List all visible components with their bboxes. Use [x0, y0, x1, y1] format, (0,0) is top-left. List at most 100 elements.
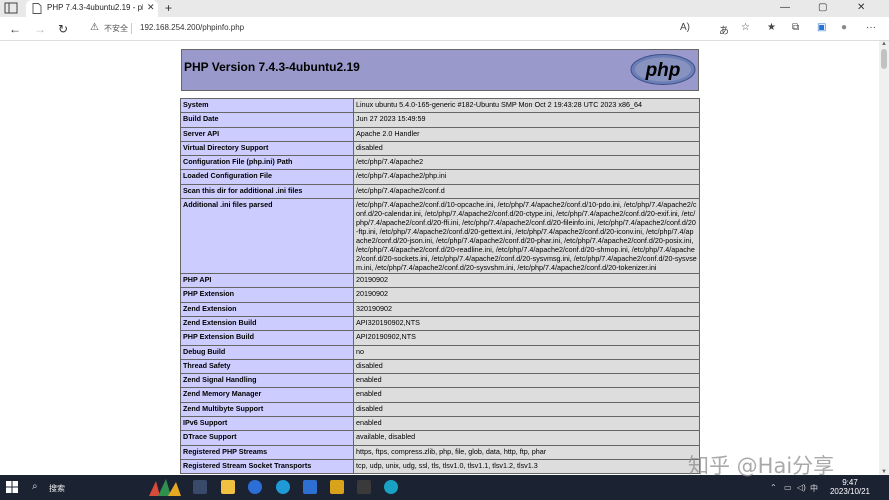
table-row: DTrace Support available, disabled — [180, 430, 700, 446]
search-icon: ⌕ — [32, 481, 38, 492]
table-row: Configuration File (php.ini) Path/etc/ph… — [180, 155, 700, 171]
search-label: 搜索 — [49, 484, 65, 493]
row-key: Zend Memory Manager — [180, 387, 354, 403]
back-icon[interactable]: ← — [9, 22, 21, 36]
volume-icon[interactable]: ◁) — [797, 483, 806, 492]
table-row: Zend Multibyte Support disabled — [180, 401, 700, 418]
row-value: /etc/php/7.4/apache2 — [353, 155, 700, 171]
search-highlight-icon[interactable] — [146, 477, 184, 498]
app-icon-blue[interactable] — [248, 480, 262, 494]
row-value: disabled — [353, 140, 700, 157]
row-value: API320190902,NTS — [353, 315, 700, 332]
clock-date: 2023/10/21 — [829, 487, 871, 496]
minimize-icon[interactable]: — — [780, 2, 790, 13]
table-row: Scan this dir for additional .ini files /… — [180, 183, 700, 200]
row-key: Registered PHP Streams — [180, 444, 354, 460]
maximize-icon[interactable]: ▢ — [818, 2, 827, 13]
address-divider — [131, 23, 132, 34]
table-row: Registered Stream Socket Transports tcp, … — [180, 458, 700, 475]
new-tab-icon[interactable]: + — [165, 1, 172, 15]
task-view-icon[interactable] — [193, 480, 207, 494]
scroll-up-icon[interactable]: ▲ — [881, 41, 887, 47]
row-key: Virtual Directory Support — [180, 140, 354, 157]
row-key: Zend Extension Build — [180, 315, 354, 332]
document-icon — [32, 3, 42, 14]
extension-icon[interactable]: ▣ — [817, 22, 826, 33]
taskbar-search[interactable]: ⌕ 搜索 — [28, 478, 150, 497]
address-bar[interactable]: ⚠ 不安全 192.168.254.200/phpinfo.php — [80, 20, 672, 37]
row-value: enabled — [353, 373, 700, 389]
network-icon[interactable]: ▭ — [784, 483, 792, 492]
row-value: disabled — [353, 401, 700, 418]
row-key: Server API — [180, 126, 354, 142]
row-value: Apache 2.0 Handler — [353, 126, 700, 142]
warning-icon[interactable]: ⚠ — [90, 22, 99, 33]
row-value: tcp, udp, unix, udg, ssl, tls, tlsv1.0, … — [353, 458, 700, 475]
url-text[interactable]: 192.168.254.200/phpinfo.php — [140, 23, 244, 32]
translate-icon[interactable]: あ — [719, 22, 729, 37]
row-value: /etc/php/7.4/apache2/php.ini — [353, 169, 700, 185]
taskbar-clock[interactable]: 9:47 2023/10/21 — [820, 478, 880, 496]
row-value: 20190902 — [353, 287, 700, 303]
phpinfo-table: System Linux ubuntu 5.4.0-165-generic #18… — [180, 97, 700, 475]
windows-start-icon[interactable] — [6, 481, 18, 493]
terminal-icon[interactable] — [357, 480, 371, 494]
table-row: Debug Build no — [180, 344, 700, 360]
tray-expand-icon[interactable]: ⌃ — [770, 483, 777, 492]
app-icon-yellow[interactable] — [330, 480, 344, 494]
mail-icon[interactable] — [303, 480, 317, 494]
table-row: Loaded Configuration File/etc/php/7.4/ap… — [180, 169, 700, 185]
row-key: Scan this dir for additional .ini files — [180, 183, 354, 200]
input-method-icon[interactable]: 中 — [810, 483, 818, 494]
table-row: Zend Extension 320190902 — [180, 301, 700, 317]
table-row: Zend Signal Handling enabled — [180, 373, 700, 389]
row-value: enabled — [353, 416, 700, 432]
active-tab[interactable]: PHP 7.4.3-4ubuntu2.19 - phpinfo() ✕ — [26, 0, 158, 17]
table-row: Build Date Jun 27 2023 15:49:59 — [180, 112, 700, 128]
tab-close-icon[interactable]: ✕ — [147, 2, 155, 13]
row-key: Loaded Configuration File — [180, 169, 354, 185]
svg-text:php: php — [645, 60, 681, 81]
file-explorer-icon[interactable] — [221, 480, 235, 494]
browser-toolbar: ← → ↻ ⚠ 不安全 192.168.254.200/phpinfo.php … — [0, 17, 889, 41]
table-row: Registered PHP Streams https, ftps, compr… — [180, 444, 700, 460]
row-value: https, ftps, compress.zlib, php, file, g… — [353, 444, 700, 460]
table-row: Server API Apache 2.0 Handler — [180, 126, 700, 142]
add-favorite-icon[interactable]: ☆ — [741, 22, 750, 33]
row-value: 320190902 — [353, 301, 700, 317]
row-key: Configuration File (php.ini) Path — [180, 155, 354, 171]
row-key: Debug Build — [180, 344, 354, 360]
reload-icon[interactable]: ↻ — [58, 22, 68, 36]
more-menu-icon[interactable]: ··· — [866, 22, 876, 33]
security-label[interactable]: 不安全 — [104, 23, 128, 34]
row-key: Additional .ini files parsed — [180, 198, 354, 275]
edge-icon[interactable] — [276, 480, 290, 494]
table-row: IPv6 Support enabled — [180, 416, 700, 432]
tab-actions-icon[interactable] — [4, 2, 18, 14]
phpinfo-header: PHP Version 7.4.3-4ubuntu2.19 php — [181, 49, 699, 91]
row-value: /etc/php/7.4/apache2/conf.d/10-opcache.i… — [353, 198, 700, 275]
favorites-icon[interactable]: ★ — [767, 22, 776, 33]
row-value: /etc/php/7.4/apache2/conf.d — [353, 183, 700, 200]
row-value: available, disabled — [353, 430, 700, 446]
row-key: PHP Extension — [180, 287, 354, 303]
row-key: PHP API — [180, 273, 354, 289]
read-aloud-icon[interactable]: A) — [680, 22, 690, 33]
browser-icon[interactable] — [384, 480, 398, 494]
row-key: Thread Safety — [180, 358, 354, 375]
row-key: Zend Extension — [180, 301, 354, 317]
window-close-icon[interactable]: ✕ — [857, 2, 865, 13]
table-row: System Linux ubuntu 5.4.0-165-generic #18… — [180, 97, 700, 114]
vertical-scrollbar[interactable]: ▲ ▼ — [879, 41, 889, 475]
table-row: PHP Extension 20190902 — [180, 287, 700, 303]
row-value: API20190902,NTS — [353, 330, 700, 346]
scrollbar-thumb[interactable] — [881, 49, 887, 69]
table-row: Zend Extension Build API320190902,NTS — [180, 315, 700, 332]
forward-icon[interactable]: → — [34, 22, 46, 36]
row-key: IPv6 Support — [180, 416, 354, 432]
profile-avatar-icon[interactable]: ● — [841, 22, 847, 33]
collections-icon[interactable]: ⧉ — [792, 22, 799, 33]
row-value: Linux ubuntu 5.4.0-165-generic #182-Ubun… — [353, 97, 700, 114]
tab-title: PHP 7.4.3-4ubuntu2.19 - phpinfo() — [47, 3, 143, 12]
row-value: 20190902 — [353, 273, 700, 289]
